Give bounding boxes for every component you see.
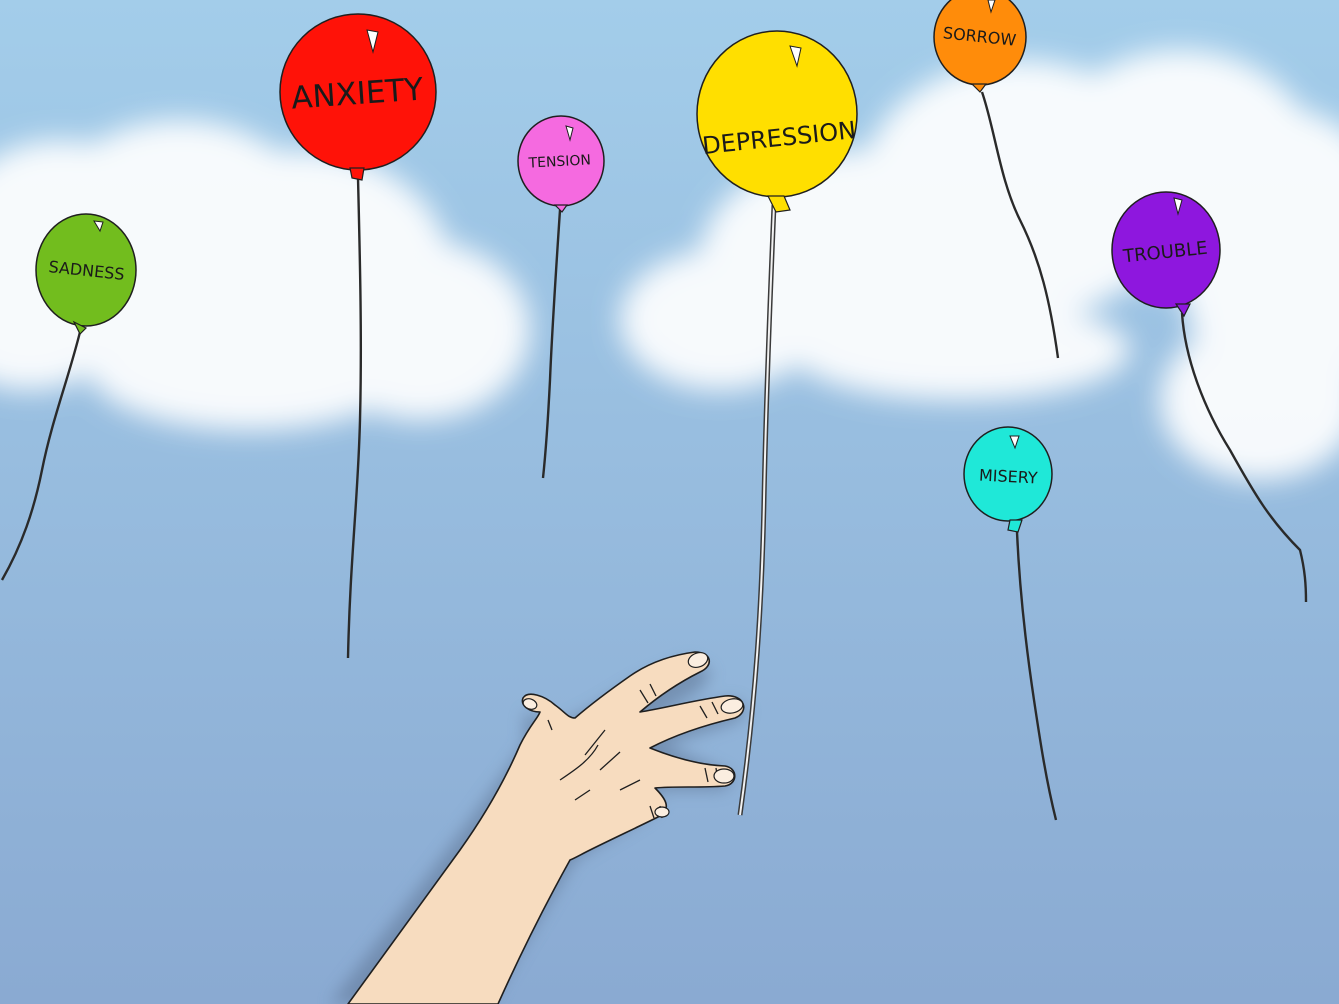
balloon-scene: SADNESS ANXIETY TENSION DEPRESSION SORRO…: [0, 0, 1339, 1004]
misery-label: MISERY: [979, 465, 1039, 487]
tension-label: TENSION: [527, 152, 591, 171]
